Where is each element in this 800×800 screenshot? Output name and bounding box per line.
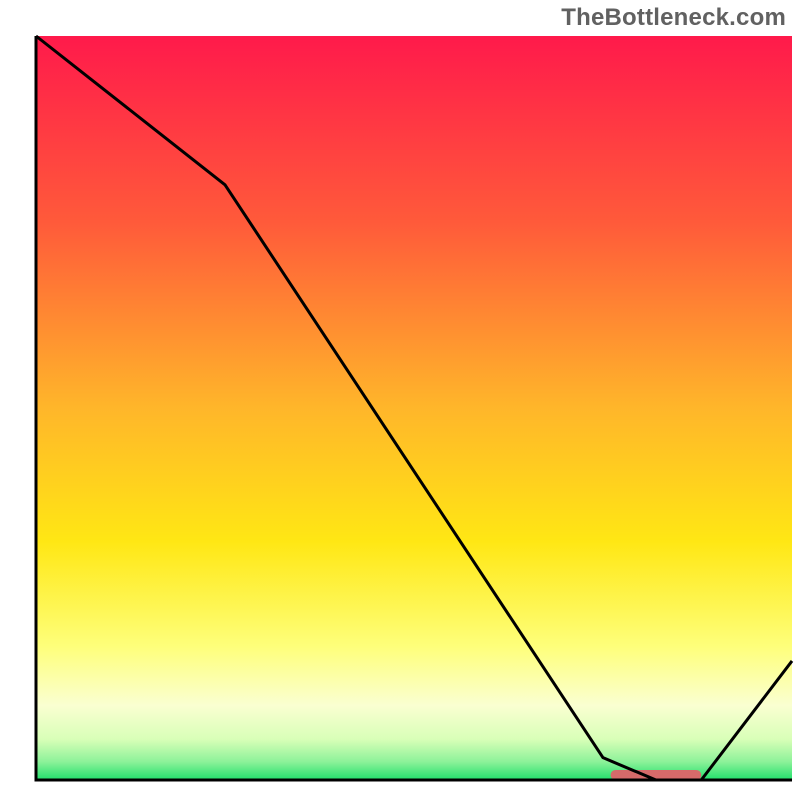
plot-background [36,36,792,780]
chart-container: TheBottleneck.com [0,0,800,800]
chart-svg [0,0,800,800]
watermark-text: TheBottleneck.com [561,4,786,32]
